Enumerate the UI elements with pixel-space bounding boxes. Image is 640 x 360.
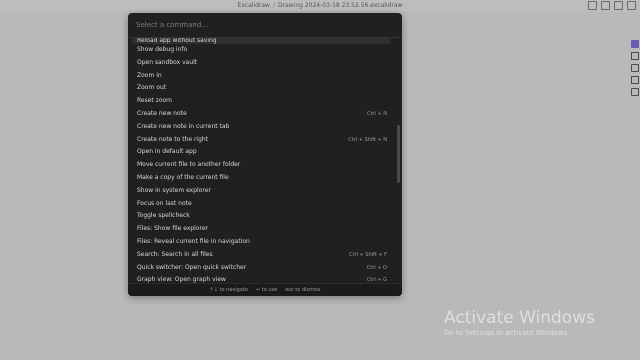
command-item[interactable]: Quick switcher: Open quick switcher Ctrl … (132, 262, 391, 275)
bookmark-icon[interactable] (588, 1, 597, 10)
title-bar-actions (588, 1, 636, 10)
breadcrumb-file[interactable]: Drawing 2024-03-18 23.52.56.excalidraw (278, 2, 402, 9)
command-label: Show in system explorer (137, 186, 211, 194)
library-icon[interactable] (631, 64, 639, 72)
palette-instructions: ↑↓ to navigate ↵ to use esc to dismiss (128, 283, 402, 296)
command-label: Open sandbox vault (137, 58, 198, 66)
command-item[interactable]: Open in default app (132, 146, 391, 159)
command-hotkey: Ctrl + Shift + N (348, 136, 387, 143)
command-item[interactable]: Move current file to another folder (132, 159, 391, 172)
command-hotkey: Ctrl + Shift + F (349, 251, 387, 258)
sidebar-toggle-icon[interactable] (627, 1, 636, 10)
command-item[interactable]: Show in system explorer (132, 185, 391, 198)
command-hotkey: Ctrl + O (366, 264, 387, 271)
activation-watermark: Activate Windows Go to Settings to activ… (444, 308, 595, 337)
command-item[interactable]: Focus on last note (132, 198, 391, 211)
command-label: Open in default app (137, 148, 197, 156)
title-bar: Excalidraw / Drawing 2024-03-18 23.52.56… (0, 0, 640, 11)
command-item[interactable]: Make a copy of the current file (132, 172, 391, 185)
command-item[interactable]: Zoom out (132, 82, 391, 95)
instruction-navigate: ↑↓ to navigate (209, 287, 248, 293)
command-palette: Reload app without savingShow debug info… (128, 13, 402, 296)
watermark-title: Activate Windows (444, 308, 595, 328)
command-label: Reset zoom (137, 97, 173, 105)
command-list-scrollbar[interactable] (397, 125, 400, 183)
command-item[interactable]: Create new note in current tab (132, 121, 391, 134)
command-hotkey: Ctrl + N (366, 110, 387, 117)
command-item[interactable]: Search: Search in all files Ctrl + Shift … (132, 249, 391, 262)
command-item[interactable]: Open sandbox vault (132, 57, 391, 70)
command-list[interactable]: Reload app without saving Show debug info… (132, 38, 391, 296)
command-label: Zoom out (137, 84, 167, 92)
watermark-subtitle: Go to Settings to activate Windows. (444, 329, 570, 337)
command-label: Toggle spellcheck (137, 212, 190, 220)
lock-icon[interactable] (631, 76, 639, 84)
command-item[interactable]: Create note to the right Ctrl + Shift + N (132, 134, 391, 147)
command-item[interactable]: Toggle spellcheck (132, 210, 391, 223)
more-options-icon[interactable] (614, 1, 623, 10)
command-item[interactable]: Files: Reveal current file in navigation (132, 236, 391, 249)
right-ribbon (630, 40, 640, 96)
command-label: Create note to the right (137, 135, 209, 143)
command-label: Zoom in (137, 71, 162, 79)
command-item[interactable]: Show debug info (132, 44, 391, 57)
command-label: Search: Search in all files (137, 250, 213, 258)
command-search-input[interactable] (134, 18, 396, 32)
command-label: Quick switcher: Open quick switcher (137, 263, 247, 271)
command-label: Focus on last note (137, 199, 192, 207)
breadcrumb-separator: / (272, 2, 275, 9)
command-label: Show debug info (137, 46, 188, 53)
command-label: Create new note (137, 109, 187, 117)
command-label: Make a copy of the current file (137, 173, 229, 181)
file-icon[interactable] (631, 52, 639, 60)
command-label: Files: Reveal current file in navigation (137, 237, 250, 245)
reading-view-icon[interactable] (601, 1, 610, 10)
instruction-use: ↵ to use (255, 287, 278, 293)
command-label: Files: Show file explorer (137, 225, 209, 233)
hand-icon[interactable] (631, 88, 639, 96)
command-label: Create new note in current tab (137, 122, 230, 130)
command-item[interactable]: Zoom in (132, 70, 391, 83)
command-label: Move current file to another folder (137, 161, 241, 169)
command-item[interactable]: Reset zoom (132, 95, 391, 108)
command-item[interactable]: Create new note Ctrl + N (132, 108, 391, 121)
breadcrumb-vault[interactable]: Excalidraw (238, 2, 270, 9)
command-item[interactable]: Files: Show file explorer (132, 223, 391, 236)
excalidraw-icon[interactable] (631, 40, 639, 48)
instruction-dismiss: esc to dismiss (285, 287, 321, 293)
